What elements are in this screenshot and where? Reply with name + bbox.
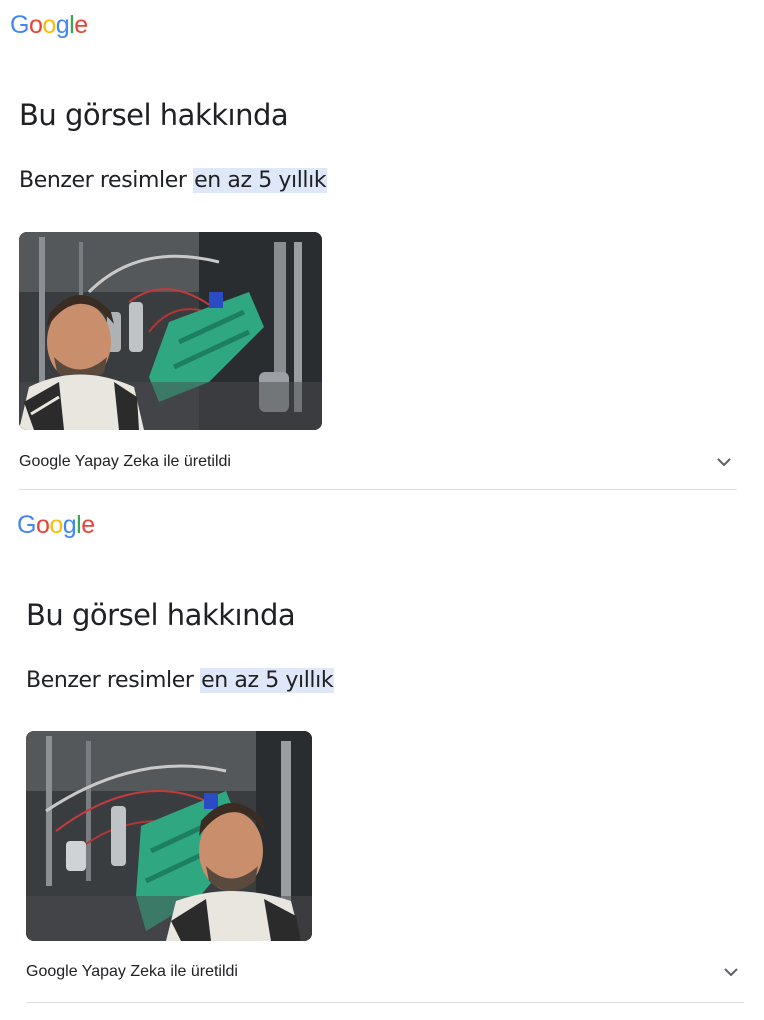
page-title: Bu görsel hakkında [19, 98, 289, 132]
logo-letter: e [81, 511, 95, 539]
about-image-panel: G o o g l e Bu görsel hakkında Benzer re… [7, 500, 764, 1003]
photo-thumbnail-icon [26, 731, 312, 941]
similar-images-age-highlight[interactable]: en az 5 yıllık [200, 668, 335, 693]
ai-overview-toggle[interactable]: Google Yapay Zeka ile üretildi [26, 958, 744, 986]
logo-letter: o [49, 511, 63, 539]
photo-thumbnail-icon [19, 232, 322, 430]
logo-letter: o [42, 11, 56, 39]
chevron-down-icon[interactable] [720, 961, 742, 983]
ai-generated-label: Google Yapay Zeka ile üretildi [19, 453, 231, 470]
ai-overview-toggle[interactable]: Google Yapay Zeka ile üretildi [19, 448, 737, 476]
divider [19, 489, 737, 490]
logo-letter: g [62, 511, 77, 539]
google-logo[interactable]: G o o g l e [17, 510, 95, 540]
logo-letter: o [28, 11, 43, 39]
logo-letter: G [10, 11, 29, 39]
similar-images-label: Benzer resimler [19, 168, 187, 193]
divider [26, 1002, 744, 1003]
similar-images-row: Benzer resimler en az 5 yıllık [26, 666, 335, 696]
similar-images-label: Benzer resimler [26, 668, 194, 693]
logo-letter: e [74, 11, 88, 39]
logo-letter: G [17, 511, 36, 539]
similar-images-age-highlight[interactable]: en az 5 yıllık [193, 168, 328, 193]
about-image-panel: G o o g l e Bu görsel hakkında Benzer re… [0, 0, 764, 500]
similar-image-thumbnail[interactable] [19, 232, 322, 430]
logo-letter: o [35, 511, 50, 539]
similar-images-row: Benzer resimler en az 5 yıllık [19, 166, 328, 196]
chevron-down-icon[interactable] [713, 451, 735, 473]
similar-image-thumbnail[interactable] [26, 731, 312, 941]
logo-letter: g [55, 11, 70, 39]
page-title: Bu görsel hakkında [26, 598, 296, 632]
ai-generated-label: Google Yapay Zeka ile üretildi [26, 963, 238, 980]
google-logo[interactable]: G o o g l e [10, 10, 88, 40]
